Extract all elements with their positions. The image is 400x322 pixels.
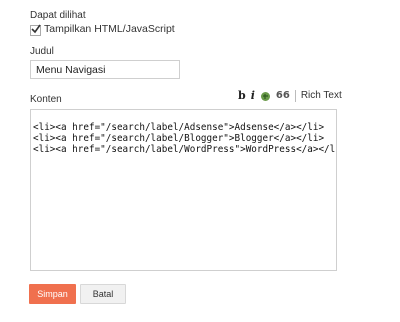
toolbar-divider — [294, 90, 296, 102]
editor-toolbar: b i 66 Rich Text — [238, 89, 342, 103]
link-icon — [260, 91, 270, 101]
content-label: Konten — [30, 94, 62, 105]
title-input[interactable] — [30, 60, 180, 79]
save-button[interactable]: Simpan — [29, 284, 76, 304]
code-line: <li><a href="/search/label/Adsense">Adse… — [33, 122, 325, 133]
bold-button[interactable]: b — [238, 90, 246, 102]
link-button[interactable] — [260, 91, 271, 102]
quote-button[interactable]: 66 — [276, 90, 290, 102]
code-line: <li><a href="/search/label/WordPress">Wo… — [33, 144, 337, 155]
code-line: <li><a href="/search/label/Blogger">Blog… — [33, 133, 325, 144]
cancel-button[interactable]: Batal — [80, 284, 126, 304]
content-textarea[interactable]: <li><a href="/search/label/Adsense">Adse… — [30, 109, 337, 271]
visibility-label: Dapat dilihat — [30, 10, 86, 21]
show-html-label: Tampilkan HTML/JavaScript — [44, 23, 175, 35]
show-html-checkbox[interactable] — [30, 24, 41, 36]
rich-text-button[interactable]: Rich Text — [301, 90, 342, 102]
checkmark-icon — [31, 24, 41, 34]
italic-button[interactable]: i — [251, 90, 255, 102]
title-label: Judul — [30, 46, 54, 57]
